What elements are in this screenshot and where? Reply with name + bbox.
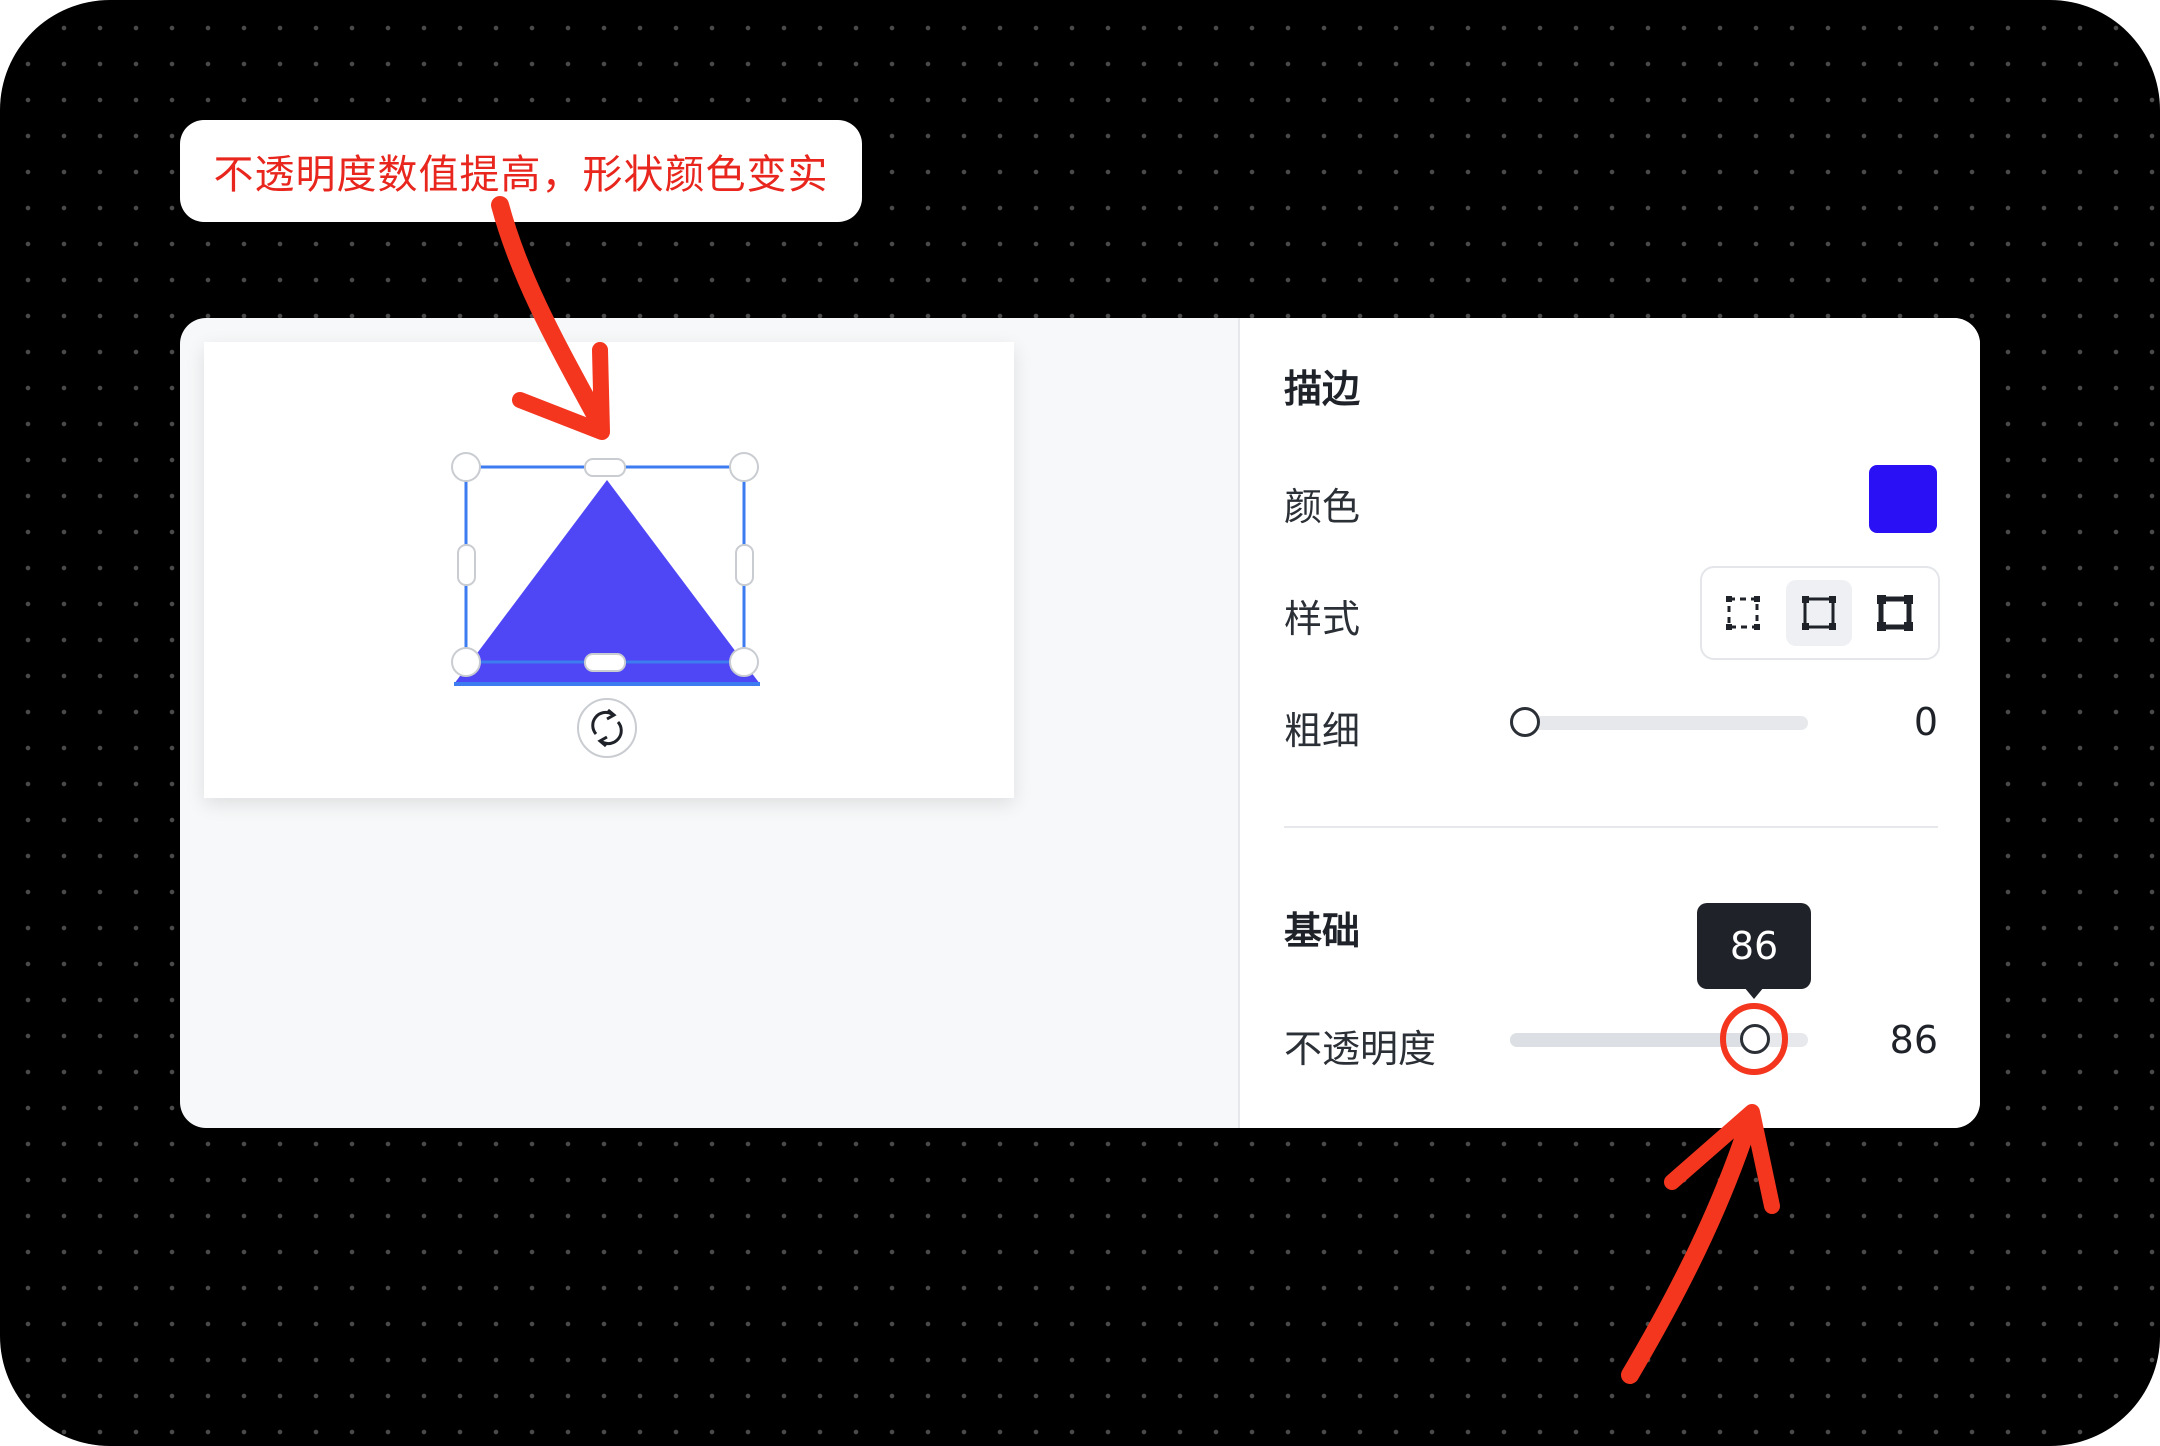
highlight-ring <box>1720 1003 1788 1075</box>
annotation-overlay <box>491 196 1788 1384</box>
arrow-to-shape <box>491 196 607 429</box>
